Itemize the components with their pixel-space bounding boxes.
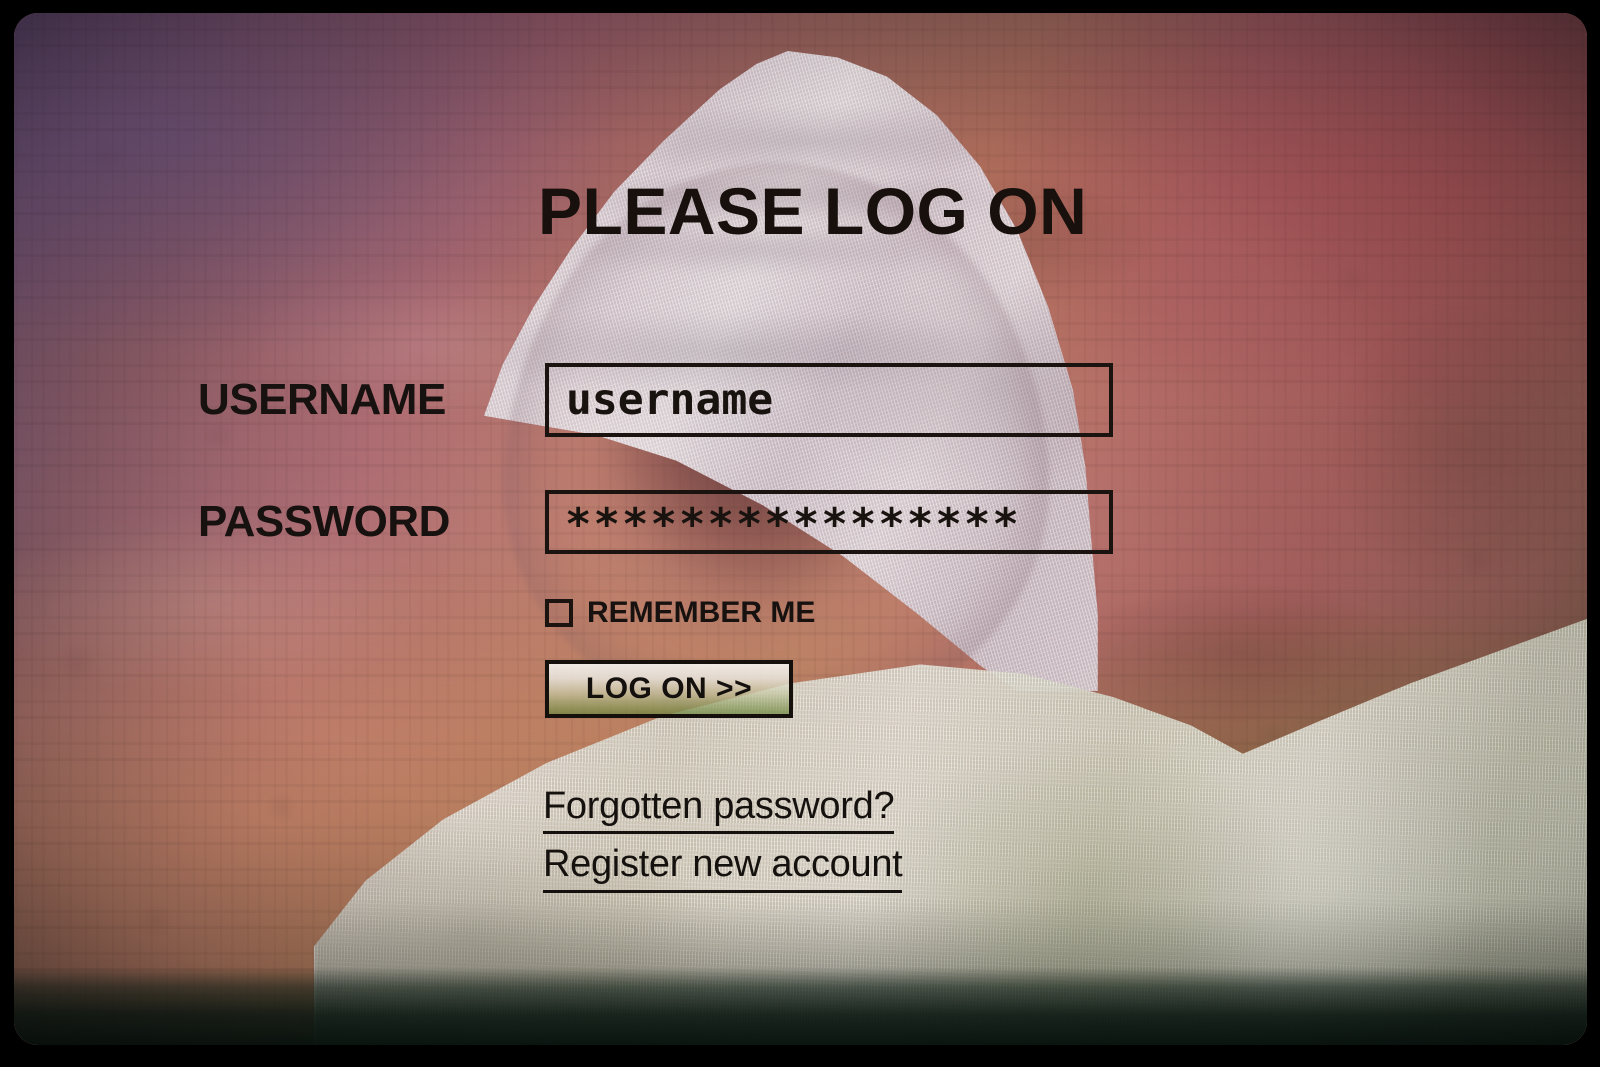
remember-me-row[interactable]: REMEMBER ME xyxy=(545,596,815,630)
login-screen: PLEASE LOG ON USERNAME username PASSWORD… xyxy=(0,0,1600,1067)
register-new-account-link[interactable]: Register new account xyxy=(543,840,903,893)
username-value: username xyxy=(566,375,774,425)
remember-me-checkbox[interactable] xyxy=(545,599,573,627)
helper-links: Forgotten password? Register new account xyxy=(543,782,903,899)
username-label: USERNAME xyxy=(198,375,446,424)
remember-me-label: REMEMBER ME xyxy=(587,596,816,629)
password-row: PASSWORD **************** xyxy=(198,490,1113,554)
log-on-button-label: LOG ON >> xyxy=(585,672,753,705)
username-row: USERNAME username xyxy=(198,363,1113,437)
password-input[interactable]: **************** xyxy=(545,490,1113,554)
log-on-button[interactable]: LOG ON >> xyxy=(545,660,793,718)
page-title: PLEASE LOG ON xyxy=(538,174,1088,248)
login-form: PLEASE LOG ON USERNAME username PASSWORD… xyxy=(0,0,1600,1067)
forgotten-password-link[interactable]: Forgotten password? xyxy=(543,782,895,835)
password-value-masked: **************** xyxy=(565,499,1021,550)
password-label: PASSWORD xyxy=(198,497,450,546)
username-input[interactable]: username xyxy=(545,363,1113,437)
